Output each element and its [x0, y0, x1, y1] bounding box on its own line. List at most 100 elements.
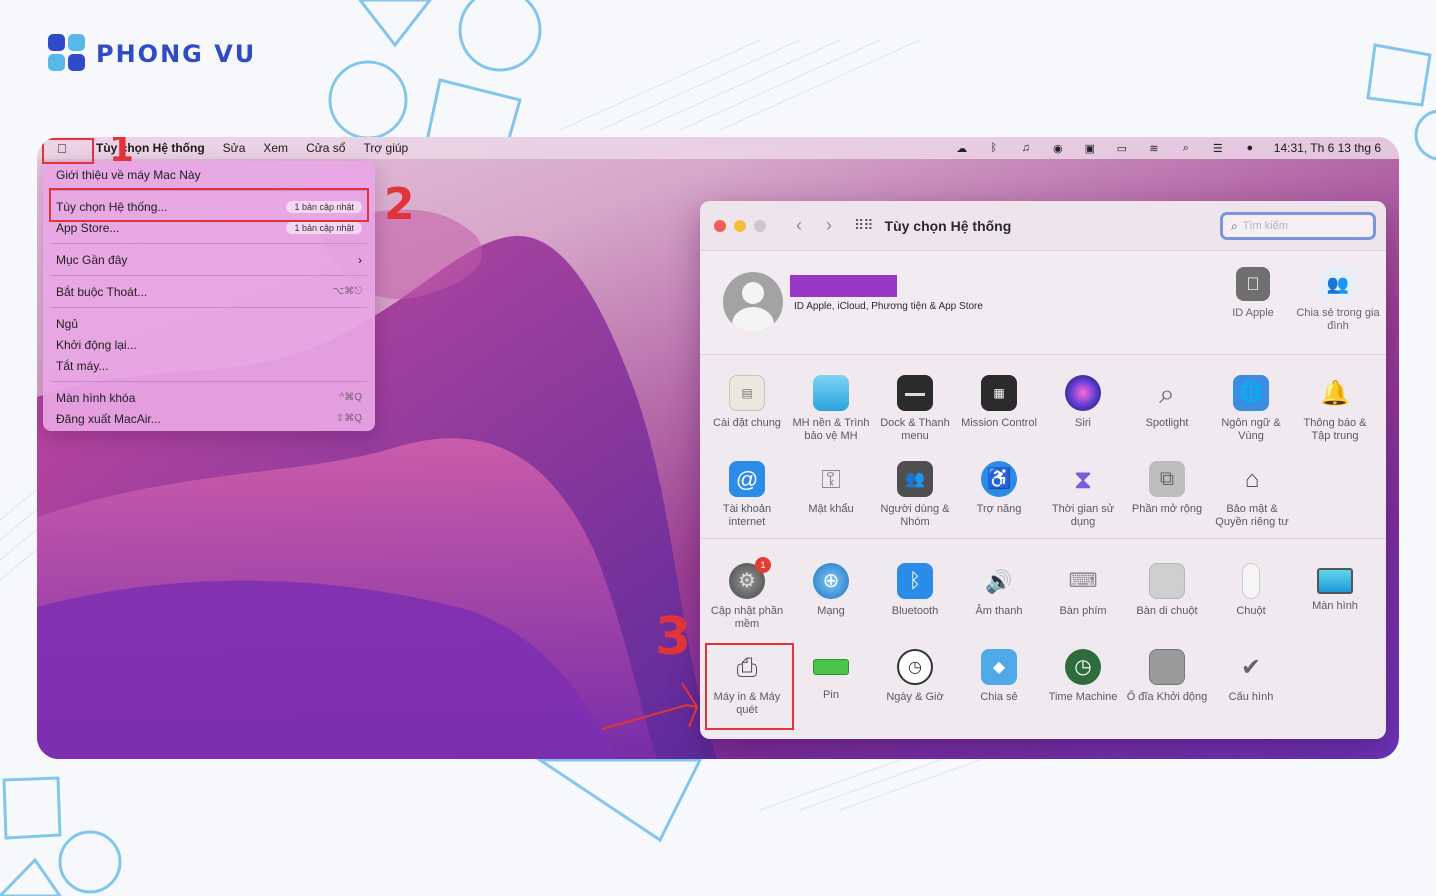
language-region-icon: 🌐 — [1233, 375, 1269, 411]
menu-force-quit[interactable]: Bắt buộc Thoát... ⌥⌘⎋ — [43, 281, 375, 302]
pref-general[interactable]: ▤ Cài đặt chung — [705, 375, 789, 430]
menu-recent-items[interactable]: Mục Gần đây › — [43, 249, 375, 270]
hourglass-icon: ⧗ — [1073, 463, 1093, 494]
pref-label: Mission Control — [961, 417, 1037, 429]
pref-startup-disk[interactable]: Ổ đĩa Khởi động — [1125, 649, 1209, 704]
redacted-username — [790, 275, 897, 297]
play-icon[interactable]: ◉ — [1050, 142, 1066, 155]
key-icon: ⚿ — [821, 463, 841, 494]
search-placeholder: Tìm kiếm — [1242, 220, 1288, 232]
back-arrow-icon[interactable]: ‹ — [796, 215, 802, 236]
family-sharing-icon: 👥 — [1321, 267, 1355, 301]
pref-label: Bảo mật & Quyền riêng tư — [1215, 503, 1289, 528]
pref-label: Cấu hình — [1228, 691, 1274, 703]
menu-restart[interactable]: Khởi động lại... — [43, 334, 375, 355]
minimize-window-button[interactable] — [734, 219, 746, 232]
disk-icon — [1149, 649, 1185, 685]
pref-dock-menubar[interactable]: ▬▬ Dock & Thanh menu — [873, 375, 957, 443]
menu-separator — [51, 243, 367, 244]
pref-label: Thời gian sử dụng — [1051, 503, 1115, 528]
pref-security-privacy[interactable]: ⌂ Bảo mật & Quyền riêng tư — [1209, 461, 1295, 529]
menu-lock-screen[interactable]: Màn hình khóa ^⌘Q — [43, 387, 375, 408]
pref-label: Thông báo & Tập trung — [1303, 417, 1367, 442]
menu-window[interactable]: Cửa sổ — [297, 141, 354, 155]
menu-force-quit-label: Bắt buộc Thoát... — [56, 284, 148, 299]
logo-icon — [48, 34, 88, 74]
pref-desktop-screensaver[interactable]: MH nền & Trình bảo vệ MH — [789, 375, 873, 443]
annotation-step-1: 1 — [109, 137, 135, 170]
time-machine-icon: ◷ — [1065, 649, 1101, 685]
input-source-icon[interactable]: ▣ — [1082, 142, 1098, 155]
pref-bluetooth[interactable]: ᛒ Bluetooth — [873, 563, 957, 618]
pref-mission-control[interactable]: ▦ Mission Control — [957, 375, 1041, 430]
pref-battery[interactable]: Pin — [789, 649, 873, 702]
pref-label: Mật khẩu — [808, 503, 854, 515]
annotation-arrow — [601, 682, 699, 730]
wifi-icon[interactable]: ≋ — [1146, 142, 1162, 155]
user-avatar[interactable] — [723, 272, 783, 332]
keyboard-icon: ⌨ — [1068, 569, 1098, 592]
pref-siri[interactable]: Siri — [1041, 375, 1125, 430]
pref-spotlight[interactable]: ⌕ Spotlight — [1125, 375, 1209, 430]
menu-clock[interactable]: 14:31, Th 6 13 thg 6 — [1274, 141, 1381, 155]
pref-label: Bàn phím — [1059, 605, 1107, 617]
pref-screen-time[interactable]: ⧗ Thời gian sử dụng — [1041, 461, 1125, 529]
bluetooth-icon[interactable]: ᛒ — [986, 142, 1002, 154]
audio-icon[interactable]: ♫ — [1018, 142, 1034, 154]
menu-sleep[interactable]: Ngủ — [43, 313, 375, 334]
menu-view[interactable]: Xem — [254, 141, 297, 155]
pref-time-machine[interactable]: ◷ Time Machine — [1041, 649, 1125, 704]
pref-language-region[interactable]: 🌐 Ngôn ngữ & Vùng — [1209, 375, 1293, 443]
pref-users-groups[interactable]: 👥 Người dùng & Nhóm — [873, 461, 957, 529]
creative-cloud-icon[interactable]: ☁ — [954, 142, 970, 155]
pref-label: ID Apple — [1232, 307, 1274, 319]
pref-internet-accounts[interactable]: @ Tài khoản internet — [705, 461, 789, 529]
menu-edit[interactable]: Sửa — [214, 141, 255, 155]
pref-label: Ngày & Giờ — [886, 691, 944, 703]
pref-extensions[interactable]: ⧉ Phần mở rộng — [1125, 461, 1209, 516]
mac-desktop:  Tùy chọn Hệ thống Sửa Xem Cửa sổ Trợ g… — [37, 137, 1399, 759]
pref-label: Cài đặt chung — [713, 417, 781, 429]
battery-icon[interactable]: ▭ — [1114, 142, 1130, 155]
menu-app-name[interactable]: Tùy chọn Hệ thống — [87, 141, 214, 155]
close-window-button[interactable] — [714, 219, 726, 232]
chevron-right-icon: › — [358, 252, 362, 267]
pref-trackpad[interactable]: Bàn di chuột — [1125, 563, 1209, 618]
desktop-screensaver-icon — [813, 375, 849, 411]
shortcut-text: ^⌘Q — [339, 392, 362, 403]
pref-software-update[interactable]: ⚙ 1 Cập nhật phần mềm — [705, 557, 789, 631]
pref-accessibility[interactable]: ♿ Trợ năng — [957, 461, 1041, 516]
menu-shutdown[interactable]: Tắt máy... — [43, 355, 375, 376]
system-preferences-window: ‹ › ⠿⠿ Tùy chọn Hệ thống ⌕ Tìm kiếm ID A… — [700, 201, 1386, 739]
pref-apple-id[interactable]:  ID Apple — [1208, 267, 1298, 320]
search-field[interactable]: ⌕ Tìm kiếm — [1220, 212, 1376, 240]
pref-label: Ngôn ngữ & Vùng — [1221, 417, 1281, 442]
menu-help[interactable]: Trợ giúp — [354, 141, 417, 155]
pref-sharing[interactable]: ◆ Chia sẻ — [957, 649, 1041, 704]
pref-network[interactable]: ⊕ Mạng — [789, 563, 873, 618]
checkmark-badge-icon: ✔ — [1240, 653, 1262, 681]
accessibility-icon: ♿ — [981, 461, 1017, 497]
control-center-icon[interactable]: ☰ — [1210, 142, 1226, 155]
forward-arrow-icon[interactable]: › — [826, 215, 832, 236]
pref-passwords[interactable]: ⚿ Mật khẩu — [789, 461, 873, 516]
menu-about-mac[interactable]: Giới thiệu về máy Mac Này — [43, 164, 375, 185]
mission-control-icon: ▦ — [981, 375, 1017, 411]
pref-mouse[interactable]: Chuột — [1209, 563, 1293, 618]
pref-sound[interactable]: 🔊 Âm thanh — [957, 563, 1041, 618]
show-all-grid-icon[interactable]: ⠿⠿ — [854, 217, 873, 234]
pref-keyboard[interactable]: ⌨ Bàn phím — [1041, 563, 1125, 618]
pref-notifications[interactable]: 🔔 Thông báo & Tập trung — [1293, 375, 1377, 443]
spotlight-icon[interactable]: ⌕ — [1178, 142, 1194, 154]
pref-family-sharing[interactable]: 👥 Chia sẻ trong gia đình — [1293, 267, 1383, 333]
pref-label: Âm thanh — [975, 605, 1023, 617]
siri-icon[interactable]: ● — [1242, 142, 1258, 154]
pref-label: Người dùng & Nhóm — [880, 503, 950, 528]
prefs-section-hardware: ⚙ 1 Cập nhật phần mềm ⊕ Mạng ᛒ Bluetooth… — [700, 539, 1386, 739]
pref-profiles[interactable]: ✔ Cấu hình — [1209, 649, 1293, 704]
pref-displays[interactable]: Màn hình — [1293, 563, 1377, 613]
zoom-window-button[interactable] — [754, 219, 766, 232]
menu-logout[interactable]: Đăng xuất MacAir... ⇧⌘Q — [43, 408, 375, 429]
pref-date-time[interactable]: ◷ Ngày & Giờ — [873, 649, 957, 704]
pref-label: Ổ đĩa Khởi động — [1126, 691, 1208, 703]
